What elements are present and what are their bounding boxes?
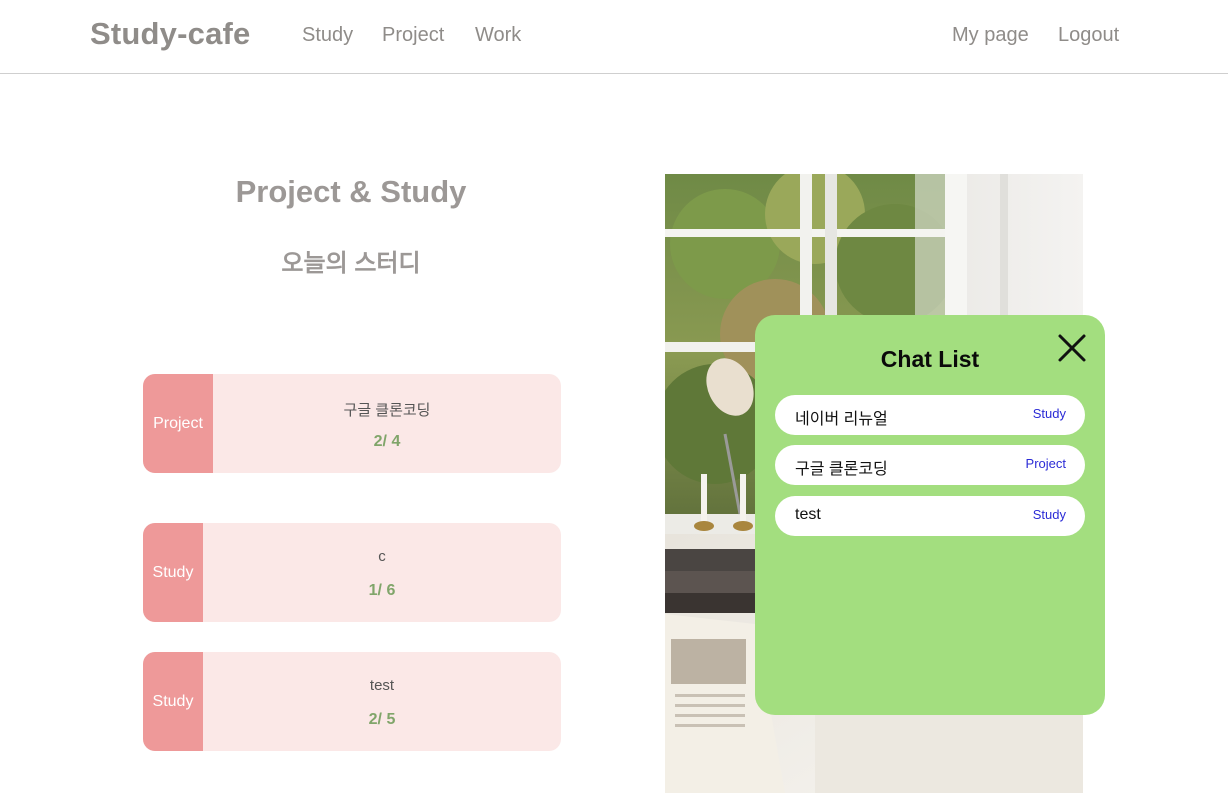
chat-room-type: Project (1025, 456, 1066, 471)
study-card[interactable]: Study test 2/ 5 (143, 652, 561, 751)
chat-list-item[interactable]: 네이버 리뉴얼 Study (775, 395, 1085, 435)
chat-room-type: Study (1032, 406, 1066, 421)
nav-link-project[interactable]: Project (382, 24, 444, 47)
card-member-count: 1/ 6 (368, 582, 396, 599)
study-card[interactable]: Study c 1/ 6 (143, 523, 561, 622)
card-title: test (369, 677, 395, 694)
card-body: test 2/ 5 (203, 652, 561, 751)
chat-list-item[interactable]: test Study (775, 496, 1085, 536)
chat-list-panel: Chat List 네이버 리뉴얼 Study 구글 클론코딩 Project … (755, 315, 1105, 715)
card-body: c 1/ 6 (203, 523, 561, 622)
nav-link-work[interactable]: Work (475, 24, 521, 47)
nav-link-my-page[interactable]: My page (952, 24, 1029, 47)
top-navbar: Study-cafe Study Project Work My page Lo… (0, 0, 1228, 74)
chat-room-type: Study (1032, 507, 1066, 522)
close-icon[interactable] (1055, 331, 1089, 365)
card-type-tag: Study (143, 652, 203, 751)
study-card[interactable]: Project 구글 클론코딩 2/ 4 (143, 374, 561, 473)
site-logo[interactable]: Study-cafe (90, 16, 250, 52)
chat-list-title: Chat List (880, 346, 980, 372)
page-title: Project & Study (235, 174, 467, 209)
card-member-count: 2/ 5 (368, 711, 396, 728)
card-title: c (378, 548, 386, 565)
nav-link-study[interactable]: Study (302, 24, 353, 47)
chat-room-name: 구글 클론코딩 (795, 461, 888, 478)
page-subtitle: 오늘의 스터디 (281, 250, 421, 277)
card-body: 구글 클론코딩 2/ 4 (213, 374, 561, 473)
chat-room-name: test (795, 506, 821, 523)
card-member-count: 2/ 4 (373, 433, 401, 450)
card-title: 구글 클론코딩 (343, 402, 431, 419)
card-type-tag: Project (143, 374, 213, 473)
logout-link[interactable]: Logout (1058, 24, 1119, 47)
chat-list-item[interactable]: 구글 클론코딩 Project (775, 445, 1085, 485)
chat-room-name: 네이버 리뉴얼 (795, 411, 888, 428)
card-type-tag: Study (143, 523, 203, 622)
